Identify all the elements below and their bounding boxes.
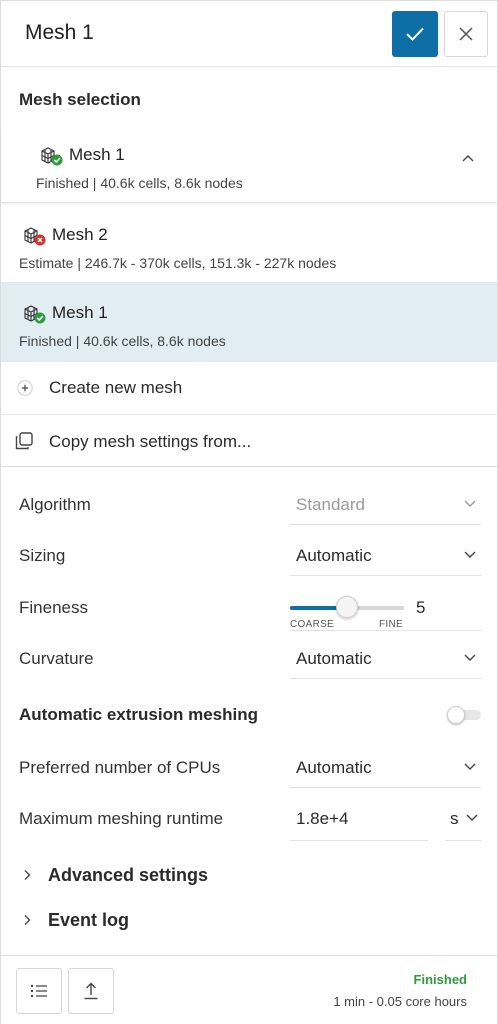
- chevron-right-icon: [24, 870, 31, 880]
- create-new-mesh-label: Create new mesh: [49, 378, 183, 397]
- toggle-knob: [447, 706, 465, 724]
- mesh-status: Finished: [413, 972, 467, 987]
- advanced-settings-expander[interactable]: Advanced settings: [1, 856, 497, 894]
- algorithm-label: Algorithm: [19, 495, 91, 514]
- mesh-selection-title: Mesh selection: [19, 90, 141, 109]
- confirm-button[interactable]: [392, 11, 438, 57]
- list-icon: [30, 984, 47, 998]
- upload-icon: [84, 982, 98, 1000]
- chevron-down-icon: [466, 814, 478, 821]
- sizing-select[interactable]: Automatic: [290, 536, 481, 576]
- chevron-down-icon: [464, 551, 476, 558]
- mesh-option-mesh-2[interactable]: Mesh 2 Estimate | 246.7k - 370k cells, 1…: [1, 204, 497, 283]
- chevron-right-icon: [24, 915, 31, 925]
- sizing-label: Sizing: [19, 546, 66, 565]
- fineness-max-label: FINE: [379, 619, 403, 630]
- create-new-mesh-button[interactable]: Create new mesh: [1, 361, 497, 415]
- check-icon: [406, 27, 424, 41]
- cpus-value: Automatic: [296, 758, 372, 777]
- sizing-value: Automatic: [296, 546, 372, 565]
- mesh-select-dropdown[interactable]: Mesh 1 Finished | 40.6k cells, 8.6k node…: [1, 131, 497, 203]
- extrusion-meshing-label: Automatic extrusion meshing: [19, 705, 258, 724]
- fineness-slider-thumb[interactable]: [336, 596, 358, 618]
- mesh-error-icon: [24, 227, 46, 246]
- cpus-label: Preferred number of CPUs: [19, 758, 221, 777]
- panel-title: Mesh 1: [25, 21, 94, 44]
- runtime-unit-select[interactable]: s: [445, 799, 481, 841]
- selected-mesh-details: Finished | 40.6k cells, 8.6k nodes: [36, 175, 243, 191]
- mesh-option-details: Estimate | 246.7k - 370k cells, 151.3k -…: [19, 255, 337, 271]
- mesh-option-name: Mesh 1: [52, 303, 108, 322]
- runtime-value: 1.8e+4: [296, 809, 349, 828]
- curvature-label: Curvature: [19, 649, 94, 668]
- algorithm-select[interactable]: Standard: [290, 485, 481, 525]
- panel-footer: Finished 1 min - 0.05 core hours: [1, 955, 497, 1024]
- runtime-input[interactable]: 1.8e+4: [290, 799, 428, 841]
- mesh-option-name: Mesh 2: [52, 225, 108, 244]
- event-log-label: Event log: [48, 910, 130, 930]
- copy-icon: [15, 432, 33, 450]
- cpus-select[interactable]: Automatic: [290, 748, 481, 788]
- chevron-down-icon: [464, 500, 476, 507]
- copy-mesh-settings-label: Copy mesh settings from...: [49, 432, 252, 451]
- fineness-min-label: COARSE: [290, 619, 335, 630]
- extrusion-meshing-toggle[interactable]: [447, 706, 481, 724]
- curvature-select[interactable]: Automatic: [290, 639, 481, 679]
- mesh-panel: Mesh 1 Mesh selection Mesh 1 Finished | …: [0, 0, 498, 1024]
- mesh-option-mesh-1[interactable]: Mesh 1 Finished | 40.6k cells, 8.6k node…: [1, 283, 497, 362]
- export-button[interactable]: [68, 968, 114, 1014]
- mesh-finished-icon: [24, 305, 46, 324]
- close-icon: [459, 27, 473, 41]
- fineness-label: Fineness: [19, 598, 88, 617]
- event-log-expander[interactable]: Event log: [1, 901, 497, 939]
- runtime-label: Maximum meshing runtime: [19, 809, 224, 828]
- selected-mesh-name: Mesh 1: [69, 145, 125, 164]
- mesh-finished-icon: [41, 147, 63, 166]
- algorithm-value: Standard: [296, 495, 365, 514]
- curvature-value: Automatic: [296, 649, 372, 668]
- fineness-slider[interactable]: 5 COARSE FINE: [290, 595, 481, 631]
- mesh-runtime-info: 1 min - 0.05 core hours: [333, 994, 467, 1009]
- mesh-option-details: Finished | 40.6k cells, 8.6k nodes: [19, 333, 226, 349]
- chevron-up-icon[interactable]: [461, 154, 475, 163]
- list-view-button[interactable]: [16, 968, 62, 1014]
- copy-mesh-settings-button[interactable]: Copy mesh settings from...: [1, 415, 497, 469]
- runtime-unit-value: s: [450, 809, 459, 828]
- chevron-down-icon: [464, 654, 476, 661]
- close-button[interactable]: [444, 11, 488, 57]
- section-divider: [1, 466, 497, 467]
- advanced-settings-label: Advanced settings: [48, 865, 209, 885]
- fineness-value: 5: [416, 598, 426, 617]
- chevron-down-icon: [464, 763, 476, 770]
- plus-circle-icon: [17, 380, 33, 396]
- panel-header: Mesh 1: [1, 1, 497, 67]
